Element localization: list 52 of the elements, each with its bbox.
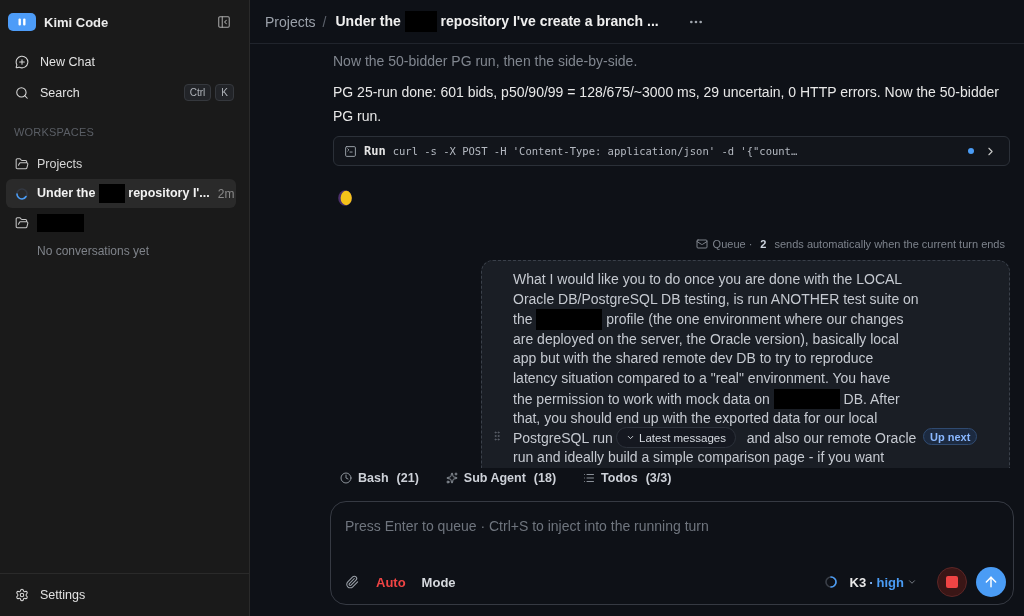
sparkles-icon [445, 472, 458, 484]
folder-icon [15, 216, 29, 230]
queue-count: 2 [760, 238, 767, 251]
chevron-down-icon [626, 433, 635, 442]
model-selector[interactable]: K3 · high [849, 574, 917, 590]
search-button[interactable]: Search Ctrl K [6, 77, 243, 108]
mode-button[interactable]: Mode [421, 574, 456, 590]
tool-label: Run [364, 144, 386, 158]
queue-note: sends automatically when the current turn ends [774, 238, 1005, 251]
composer-box[interactable]: Press Enter to queue · Ctrl+S to inject into the running turn Auto Mode K3 · high [330, 501, 1014, 605]
queue-label: Queue · [712, 238, 753, 251]
latest-messages-button[interactable]: Latest messages [616, 427, 736, 448]
queue-badge: Up next [923, 428, 978, 446]
activity-button[interactable]: Bash (21) [340, 471, 419, 485]
clock-icon [340, 472, 352, 484]
stop-button[interactable] [937, 567, 967, 597]
terminal-icon [344, 144, 357, 158]
keyboard-key: Ctrl [183, 84, 212, 101]
tool-command: curl -s -X POST -H 'Content-Type: application/json' -d '{"count… [392, 145, 798, 157]
conversation-item[interactable]: Under the repository I'... 2m [6, 179, 236, 208]
send-button[interactable] [976, 567, 1006, 597]
collapse-sidebar-icon[interactable] [217, 15, 231, 29]
message-input[interactable]: Press Enter to queue · Ctrl+S to inject into the running turn [331, 502, 1013, 567]
logo-icon [8, 13, 36, 31]
list-icon [583, 472, 596, 484]
breadcrumb-link[interactable]: Projects [265, 13, 316, 30]
drag-handle-icon[interactable] [491, 430, 503, 443]
chat-plus-icon [15, 54, 29, 69]
keyboard-key: K [215, 84, 234, 101]
assistant-message: PG 25-run done: 601 bids, p50/90/99 = 128/675/~3000 ms, 29 uncertain, 0 HTTP errors. Now the 50-bidder PG run. [333, 83, 1000, 126]
empty-note: No conversations yet [37, 244, 150, 258]
settings-button[interactable]: Settings [6, 579, 95, 611]
chevron-down-icon [907, 577, 917, 587]
mail-icon [695, 238, 708, 251]
section-heading: WORKSPACES [14, 125, 96, 140]
breadcrumb-separator: / [322, 13, 327, 30]
stop-icon [946, 576, 958, 588]
tool-call-card[interactable]: Run curl -s -X POST -H 'Content-Type: application/json' -d '{"count… [333, 136, 1010, 166]
search-icon [15, 85, 29, 100]
paperclip-icon[interactable] [345, 575, 359, 589]
moon-icon [338, 190, 352, 206]
settings-icon [15, 588, 29, 602]
new-chat-button[interactable]: New Chat [6, 46, 243, 77]
mode-button[interactable]: Auto [376, 574, 406, 590]
workspace-item[interactable]: Projects [6, 150, 236, 178]
status-text: Now the 50-bidder PG run, then the side-by-side. [333, 52, 639, 71]
activity-button[interactable]: Sub Agent (18) [445, 471, 557, 485]
activity-button[interactable]: Todos (3/3) [583, 471, 672, 485]
folder-icon [15, 157, 29, 171]
app-name: Kimi Code [44, 14, 109, 30]
redacted-block [37, 213, 84, 233]
chat-title: Under the repository I've create a branch ... [335, 11, 659, 32]
